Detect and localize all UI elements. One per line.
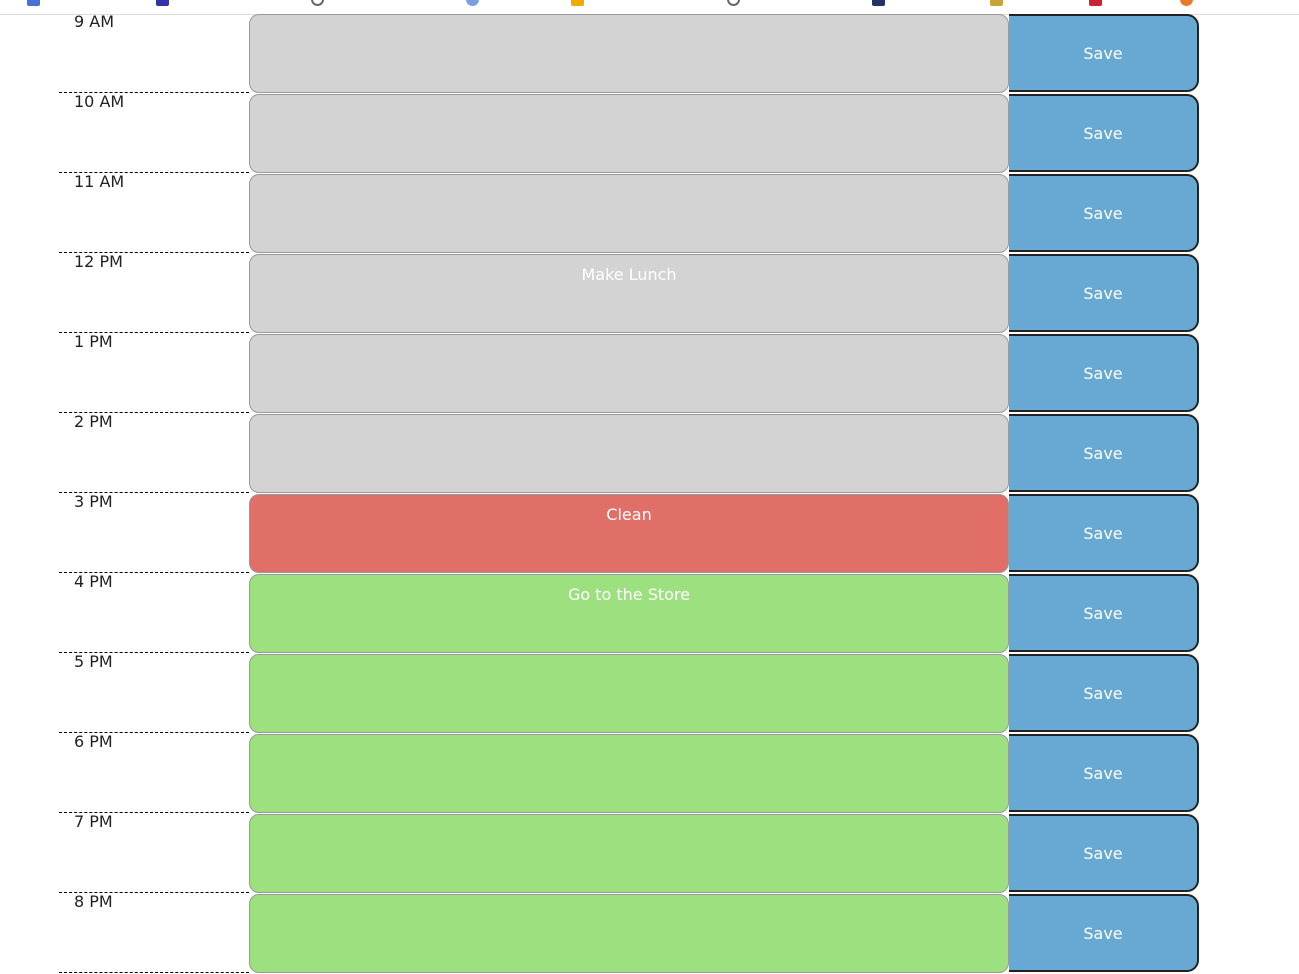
bookmark-4-icon[interactable]: [466, 0, 479, 6]
hour-label: 11 AM: [59, 174, 249, 253]
bookmark-3-icon[interactable]: [311, 0, 324, 6]
hour-label: 2 PM: [59, 414, 249, 493]
bookmark-9-icon[interactable]: [1089, 0, 1102, 6]
save-button[interactable]: Save: [1009, 814, 1199, 892]
time-block-row: 8 PM Save: [0, 894, 1299, 974]
save-button-label: Save: [1083, 443, 1123, 463]
hour-label: 5 PM: [59, 654, 249, 733]
save-button-label: Save: [1083, 603, 1123, 623]
time-block-row: 5 PM Save: [0, 654, 1299, 734]
save-button-label: Save: [1083, 363, 1123, 383]
bookmarks-bar: [0, 0, 1299, 15]
time-block-row: 7 PM Save: [0, 814, 1299, 894]
event-description-textarea[interactable]: [249, 814, 1009, 893]
event-description-textarea[interactable]: [249, 14, 1009, 93]
save-button[interactable]: Save: [1009, 414, 1199, 492]
time-block-row: 4 PM Go to the Store Save: [0, 574, 1299, 654]
event-description-textarea[interactable]: [249, 334, 1009, 413]
bookmark-1-icon[interactable]: [27, 0, 40, 6]
hour-label: 1 PM: [59, 334, 249, 413]
event-description-textarea[interactable]: Clean: [249, 494, 1009, 573]
event-description-textarea[interactable]: [249, 654, 1009, 733]
event-description-textarea[interactable]: [249, 894, 1009, 973]
save-button-label: Save: [1083, 283, 1123, 303]
save-button-label: Save: [1083, 203, 1123, 223]
save-button-label: Save: [1083, 843, 1123, 863]
hour-label: 6 PM: [59, 734, 249, 813]
hour-label: 12 PM: [59, 254, 249, 333]
save-button-label: Save: [1083, 763, 1123, 783]
save-button[interactable]: Save: [1009, 734, 1199, 812]
time-block-row: 3 PM Clean Save: [0, 494, 1299, 574]
save-button[interactable]: Save: [1009, 174, 1199, 252]
event-description-textarea[interactable]: [249, 174, 1009, 253]
save-button-label: Save: [1083, 123, 1123, 143]
save-button[interactable]: Save: [1009, 574, 1199, 652]
time-block-row: 6 PM Save: [0, 734, 1299, 814]
event-description-textarea[interactable]: Make Lunch: [249, 254, 1009, 333]
hour-label: 7 PM: [59, 814, 249, 893]
time-block-row: 11 AM Save: [0, 174, 1299, 254]
hour-label: 3 PM: [59, 494, 249, 573]
event-description-textarea[interactable]: [249, 94, 1009, 173]
hour-label: 10 AM: [59, 94, 249, 173]
save-button-label: Save: [1083, 523, 1123, 543]
save-button[interactable]: Save: [1009, 334, 1199, 412]
save-button[interactable]: Save: [1009, 654, 1199, 732]
time-block-row: 9 AM Save: [0, 14, 1299, 94]
save-button-label: Save: [1083, 683, 1123, 703]
bookmark-7-icon[interactable]: [872, 0, 885, 6]
time-block-row: 10 AM Save: [0, 94, 1299, 174]
save-button[interactable]: Save: [1009, 254, 1199, 332]
save-button[interactable]: Save: [1009, 14, 1199, 92]
event-description-textarea[interactable]: [249, 734, 1009, 813]
hour-label: 4 PM: [59, 574, 249, 653]
bookmark-8-icon[interactable]: [990, 0, 1003, 6]
bookmark-2-icon[interactable]: [156, 0, 169, 6]
time-block-row: 12 PM Make Lunch Save: [0, 254, 1299, 334]
bookmark-6-icon[interactable]: [727, 0, 740, 6]
time-block-row: 2 PM Save: [0, 414, 1299, 494]
save-button[interactable]: Save: [1009, 494, 1199, 572]
save-button[interactable]: Save: [1009, 894, 1199, 972]
time-block-row: 1 PM Save: [0, 334, 1299, 414]
hour-label: 8 PM: [59, 894, 249, 973]
event-description-textarea[interactable]: Go to the Store: [249, 574, 1009, 653]
save-button[interactable]: Save: [1009, 94, 1199, 172]
event-description-textarea[interactable]: [249, 414, 1009, 493]
save-button-label: Save: [1083, 923, 1123, 943]
hour-label: 9 AM: [59, 14, 249, 93]
bookmark-5-icon[interactable]: [571, 0, 584, 6]
bookmark-10-icon[interactable]: [1180, 0, 1193, 6]
save-button-label: Save: [1083, 43, 1123, 63]
